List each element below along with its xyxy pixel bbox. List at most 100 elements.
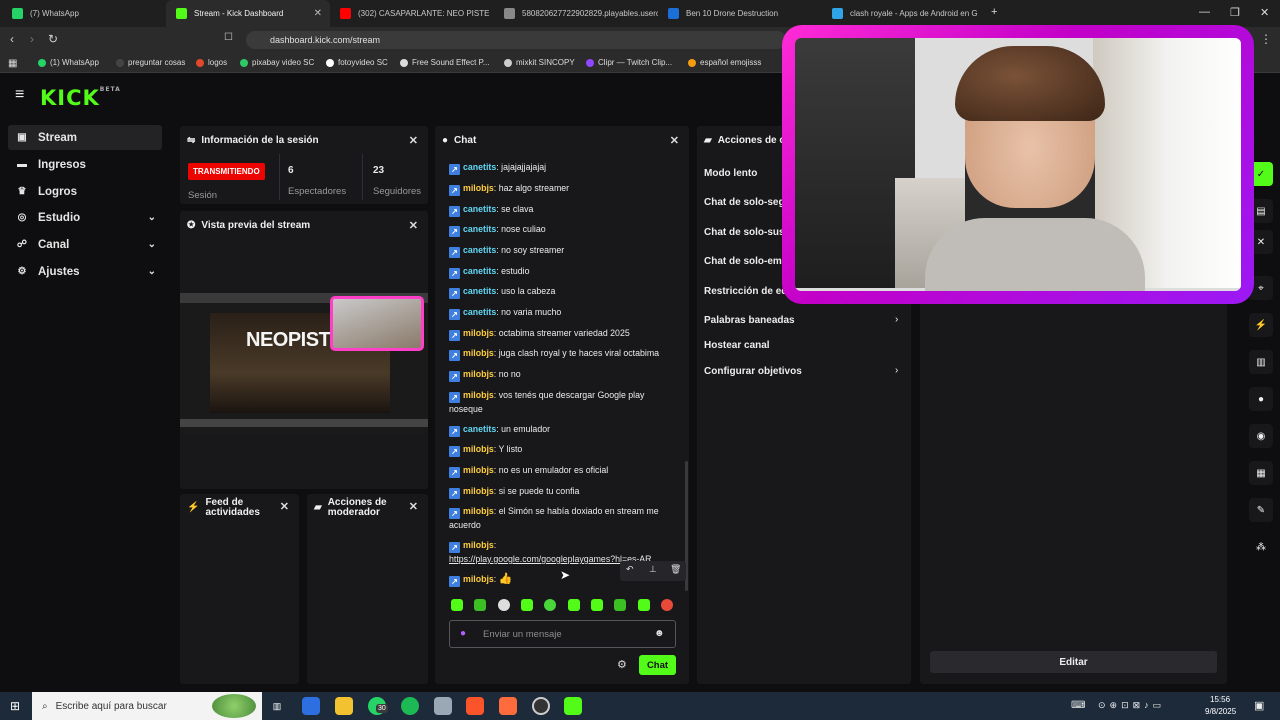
emote-icon[interactable] [451, 599, 463, 611]
taskbar-search[interactable]: ⌕ Escribe aquí para buscar [32, 692, 262, 720]
bookmark-item[interactable]: fotoyvideo SC [326, 58, 388, 67]
hamburger-icon[interactable]: ≡ [15, 86, 24, 104]
keyboard-icon[interactable]: ⌨ [1071, 700, 1085, 711]
chat-message: ↗ milobjs: juga clash royal y te haces vi… [449, 347, 673, 361]
kick-app-icon[interactable] [564, 697, 582, 715]
emote-icon[interactable] [520, 599, 533, 611]
close-icon[interactable]: ✕ [409, 502, 418, 513]
chat-settings-icon[interactable]: ⚙ [617, 658, 627, 671]
bolt-icon[interactable]: ⚡ [1249, 313, 1273, 337]
bookmark-item[interactable]: mixkit SINCOPY [504, 58, 575, 67]
chat-message: ↗ milobjs: haz algo streamer [449, 182, 673, 196]
app-icon[interactable] [434, 697, 452, 715]
emote-icon[interactable] [637, 599, 650, 611]
mod-action-goals[interactable]: Configurar objetivos [704, 366, 802, 377]
task-view-icon[interactable]: ▥ [268, 697, 286, 715]
tray-icons[interactable]: ⊙⊕⊡⊠♪▭ [1098, 700, 1165, 711]
mod-action-slow-mode[interactable]: Modo lento [704, 168, 757, 179]
play-store-icon [832, 8, 843, 19]
tab-whatsapp[interactable]: (7) WhatsApp [2, 0, 166, 27]
windows-start-icon[interactable]: ⊞ [6, 697, 24, 715]
mod-action-age-restriction[interactable]: Restricción de ed [704, 286, 787, 297]
sidebar-item-logros[interactable]: ♛ Logros [8, 179, 162, 204]
url-field[interactable]: dashboard.kick.com/stream [246, 31, 786, 49]
chevron-right-icon: › [895, 365, 899, 376]
obs-icon[interactable] [532, 697, 550, 715]
copilot-icon[interactable] [302, 697, 320, 715]
browser-icon[interactable] [499, 697, 517, 715]
sidebar-item-ajustes[interactable]: ⚙ Ajustes ⌄ [8, 259, 162, 284]
whatsapp-icon [12, 8, 23, 19]
spotify-icon[interactable] [401, 697, 419, 715]
chat-message: ↗ canetits: uso la cabeza [449, 285, 673, 299]
reply-icon[interactable]: ↶ [626, 564, 634, 575]
apps-icon[interactable]: ▦ [8, 58, 17, 69]
chat-input[interactable]: ● Enviar un mensaje ☻ [449, 620, 676, 648]
mod-action-banned-words[interactable]: Palabras baneadas [704, 315, 795, 326]
sidebar-item-ingresos[interactable]: ▬ Ingresos [8, 152, 162, 177]
sidebar-item-stream[interactable]: ▣ Stream [8, 125, 162, 150]
tab-kick-dashboard[interactable]: Stream - Kick Dashboard ✕ [166, 0, 330, 27]
mod-action-followers-only[interactable]: Chat de solo-seg [704, 197, 785, 208]
bookmark-item[interactable]: español emojisss [688, 58, 761, 67]
close-icon[interactable]: ✕ [280, 502, 289, 513]
emote-icon[interactable] [474, 599, 487, 611]
wrench-icon[interactable]: ✎ [1249, 498, 1273, 522]
forward-icon[interactable]: › [30, 32, 34, 46]
close-icon[interactable]: ✕ [314, 8, 322, 19]
broadcast-icon[interactable]: ◉ [1249, 424, 1273, 448]
bookmark-item[interactable]: Clipr — Twitch Clip... [586, 58, 672, 67]
emote-icon[interactable] [614, 599, 627, 611]
mod-action-emotes-only[interactable]: Chat de solo-em [704, 256, 782, 267]
tab-youtube[interactable]: (302) CASAPARLANTE: NEO PISTE [330, 0, 494, 27]
emoji-icon[interactable]: ☻ [654, 628, 665, 639]
bookmark-icon[interactable]: ☐ [224, 32, 233, 43]
apps-icon[interactable]: ⁂ [1249, 535, 1273, 559]
bookmark-item[interactable]: pixabay video SC [240, 58, 314, 67]
emote-icon[interactable] [590, 599, 603, 611]
tab-clash-royale[interactable]: clash royale - Apps de Android en G [822, 0, 986, 27]
close-icon[interactable]: ✕ [409, 134, 418, 147]
window-close-icon[interactable]: ✕ [1260, 6, 1269, 19]
chat-bubble-icon[interactable]: ● [1249, 387, 1273, 411]
minimize-icon[interactable]: — [1199, 6, 1210, 18]
kick-logo[interactable]: KICKBETA [40, 86, 121, 110]
microphone-icon[interactable]: ● [460, 628, 466, 639]
close-icon[interactable]: ✕ [670, 134, 679, 147]
close-icon[interactable]: ✕ [409, 219, 418, 232]
notifications-icon[interactable]: ▣ [1254, 699, 1264, 712]
emote-icon[interactable] [497, 599, 510, 611]
emote-icon[interactable] [567, 599, 580, 611]
tab-playables[interactable]: 580820627722902829.playables.usercontent [494, 0, 658, 27]
bookmark-item[interactable]: Free Sound Effect P... [400, 58, 490, 67]
sidebar-item-estudio[interactable]: ◎ Estudio ⌄ [8, 205, 162, 230]
chat-message: ↗ canetits: no varia mucho [449, 306, 673, 320]
tab-ben10[interactable]: Ben 10 Drone Destruction [658, 0, 822, 27]
edit-button[interactable]: Editar [930, 651, 1217, 673]
bookmark-item[interactable]: logos [196, 58, 227, 67]
emote-icon[interactable] [544, 599, 557, 611]
document-icon[interactable]: ▥ [1249, 350, 1273, 374]
delete-icon[interactable]: 🗑 [670, 564, 681, 575]
chat-message: ↗ canetits: nose culiao [449, 223, 673, 237]
mod-action-host[interactable]: Hostear canal [704, 340, 770, 351]
stream-preview-video[interactable]: NEOPISTE [180, 293, 428, 433]
back-icon[interactable]: ‹ [10, 32, 14, 46]
bookmark-item[interactable]: preguntar cosas [116, 58, 185, 67]
sidebar-item-canal[interactable]: ☍ Canal ⌄ [8, 232, 162, 257]
new-tab-icon[interactable]: + [991, 6, 997, 18]
restore-icon[interactable]: ❐ [1230, 6, 1240, 19]
menu-icon[interactable]: ⋮ [1260, 32, 1272, 46]
pin-icon[interactable]: ⊥ [649, 564, 657, 575]
webcam-person-hair [955, 46, 1105, 121]
moderator-actions-panel: ▰ Acciones de moderador ✕ [307, 494, 428, 684]
emote-icon[interactable] [660, 599, 673, 611]
bookmark-item[interactable]: (1) WhatsApp [38, 58, 99, 67]
reload-icon[interactable]: ↻ [48, 32, 58, 46]
mouse-cursor-icon: ➤ [560, 568, 571, 582]
brave-icon[interactable] [466, 697, 484, 715]
file-explorer-icon[interactable] [335, 697, 353, 715]
chat-send-button[interactable]: Chat [639, 655, 676, 675]
table-icon[interactable]: ▦ [1249, 461, 1273, 485]
mod-action-subs-only[interactable]: Chat de solo-sus [704, 227, 785, 238]
